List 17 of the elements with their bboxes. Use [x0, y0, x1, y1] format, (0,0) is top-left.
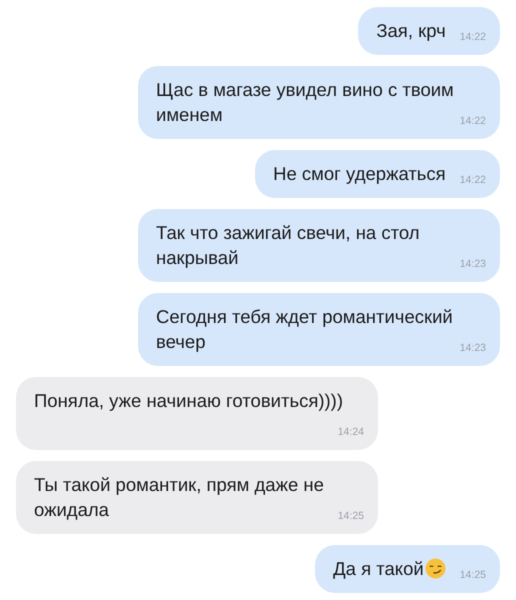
message-time: 14:22 [460, 30, 486, 44]
message-time: 14:25 [460, 568, 486, 582]
message-time: 14:22 [460, 114, 486, 128]
message-time: 14:23 [460, 341, 486, 355]
message-time: 14:23 [460, 257, 486, 271]
message-text: Так что зажигай свечи, на стол накрывай [156, 222, 420, 268]
message-text: Зая, крч [376, 20, 446, 41]
message-text: Поняла, уже начинаю готовиться)))) [34, 390, 343, 411]
message-text: Не смог удержаться [273, 163, 446, 184]
message-text: Щас в магазе увидел вино с твоим именем [156, 79, 454, 125]
message-text: Ты такой романтик, прям даже не ожидала [34, 474, 324, 520]
message-text: Да я такой [333, 558, 424, 579]
message-time: 14:24 [338, 425, 364, 439]
message-time: 14:22 [460, 173, 486, 187]
message-time: 14:25 [338, 509, 364, 523]
message-text: Сегодня тебя ждет романтический вечер [156, 306, 453, 352]
smirking-emoji-icon [424, 558, 446, 579]
